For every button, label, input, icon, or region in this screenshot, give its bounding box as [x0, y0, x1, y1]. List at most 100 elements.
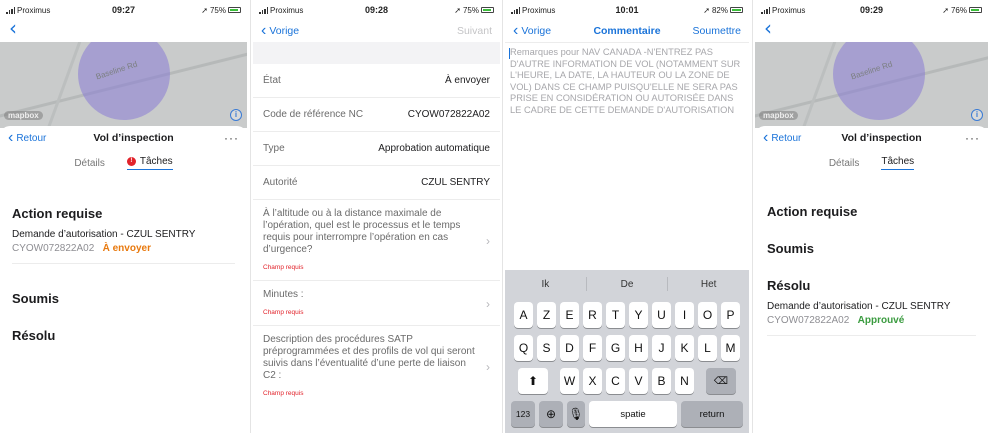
screen-task-list-pending: Proximus 09:27 ➚ 75% ‹ Baseline Rd mapbox…: [0, 0, 247, 433]
numbers-key[interactable]: 123: [511, 401, 535, 427]
key[interactable]: B: [652, 368, 671, 394]
key[interactable]: A: [514, 302, 533, 328]
field-label: Autorité: [263, 177, 298, 188]
key[interactable]: O: [698, 302, 717, 328]
key[interactable]: Z: [537, 302, 556, 328]
tab-tasks[interactable]: Tâches: [881, 156, 915, 170]
key[interactable]: W: [560, 368, 579, 394]
sheet-title: Vol d’inspection: [93, 132, 174, 144]
back-button[interactable]: ‹ Vorige: [513, 22, 573, 39]
section-submitted: Soumis: [12, 291, 59, 306]
key[interactable]: H: [629, 335, 648, 361]
field-value: CYOW072822A02: [407, 109, 490, 120]
sheet-header: ‹ Retour Vol d’inspection ···: [0, 126, 247, 150]
submit-button[interactable]: Soumettre: [681, 25, 741, 37]
field-value: Approbation automatique: [378, 143, 490, 154]
chevron-left-icon: ‹: [513, 22, 519, 39]
globe-icon[interactable]: ⊕: [539, 401, 563, 427]
tab-details[interactable]: Détails: [829, 158, 860, 169]
more-options-icon[interactable]: ···: [940, 131, 980, 145]
key[interactable]: I: [675, 302, 694, 328]
key[interactable]: Q: [514, 335, 533, 361]
shift-key-icon[interactable]: ⬆: [518, 368, 548, 394]
required-label: Champ requis: [263, 309, 304, 316]
key[interactable]: P: [721, 302, 740, 328]
suggestion[interactable]: De: [587, 279, 668, 290]
key[interactable]: M: [721, 335, 740, 361]
tab-tasks[interactable]: ! Tâches: [126, 156, 173, 170]
map-view[interactable]: Baseline Rd mapbox i: [755, 42, 988, 128]
question-emergency-stop[interactable]: À l’altitude ou à la distance maximale d…: [253, 200, 500, 281]
info-icon[interactable]: i: [971, 109, 983, 121]
info-icon[interactable]: i: [230, 109, 242, 121]
chevron-left-icon: ‹: [763, 129, 769, 146]
question-minutes[interactable]: Minutes : Champ requis ›: [253, 281, 500, 326]
question-text: À l’altitude ou à la distance maximale d…: [263, 208, 461, 255]
space-key[interactable]: spatie: [589, 401, 677, 427]
keyboard: Ik De Het A Z E R T Y U I O P Q S D F G …: [505, 270, 749, 433]
key[interactable]: E: [560, 302, 579, 328]
key-row: ⬆ W X C V B N ⌫: [505, 368, 749, 394]
key[interactable]: G: [606, 335, 625, 361]
key[interactable]: S: [537, 335, 556, 361]
back-button[interactable]: ‹ Retour: [8, 130, 68, 146]
key[interactable]: N: [675, 368, 694, 394]
question-text: Minutes :: [263, 289, 304, 300]
screen-divider: [752, 0, 753, 433]
key[interactable]: V: [629, 368, 648, 394]
task-item[interactable]: Demande d’autorisation - CZUL SENTRY CYO…: [755, 301, 988, 326]
delete-key-icon[interactable]: ⌫: [706, 368, 736, 394]
suggestion[interactable]: Ik: [505, 279, 586, 290]
task-item[interactable]: Demande d’autorisation - CZUL SENTRY CYO…: [0, 229, 247, 254]
key[interactable]: R: [583, 302, 602, 328]
field-label: Code de référence NC: [263, 109, 364, 120]
signal-icon: [761, 6, 770, 14]
task-status: À envoyer: [102, 243, 151, 254]
key[interactable]: C: [606, 368, 625, 394]
battery-percent: 75%: [209, 5, 226, 15]
map-view[interactable]: Baseline Rd mapbox i: [0, 42, 247, 128]
microphone-icon[interactable]: 🎙: [567, 401, 585, 427]
key[interactable]: D: [560, 335, 579, 361]
back-button[interactable]: ‹ Retour: [763, 129, 823, 146]
key[interactable]: K: [675, 335, 694, 361]
status-bar: Proximus 09:29 ➚ 76%: [755, 0, 988, 20]
comment-textarea[interactable]: Remarques pour NAV CANADA -N'ENTREZ PAS …: [505, 42, 749, 228]
key-row: 123 ⊕ 🎙 spatie return: [505, 401, 749, 427]
screen-comment: Proximus 10:01 ➚ 82% ‹ Vorige Commentaire …: [505, 0, 749, 433]
field-label: Type: [263, 143, 285, 154]
status-bar: Proximus 10:01 ➚ 82%: [505, 0, 749, 20]
alert-badge-icon: !: [126, 157, 136, 166]
battery-icon: [228, 7, 241, 13]
battery-percent: 76%: [950, 5, 967, 15]
section-action-required: Action requise: [12, 206, 103, 221]
key[interactable]: Y: [629, 302, 648, 328]
tab-details[interactable]: Détails: [74, 158, 105, 169]
back-chevron-icon[interactable]: ‹: [755, 18, 988, 42]
return-key[interactable]: return: [681, 401, 743, 427]
key[interactable]: J: [652, 335, 671, 361]
signal-icon: [511, 6, 520, 14]
back-button[interactable]: ‹ Vorige: [261, 23, 331, 39]
chevron-right-icon: ›: [486, 234, 490, 248]
text-caret: [509, 48, 510, 59]
key[interactable]: F: [583, 335, 602, 361]
key[interactable]: X: [583, 368, 602, 394]
task-title: Demande d’autorisation - CZUL SENTRY: [767, 301, 951, 312]
question-c2-loss[interactable]: Description des procédures SATP préprogr…: [253, 326, 500, 406]
location-icon: ➚: [942, 5, 949, 15]
carrier-name: Proximus: [270, 5, 304, 15]
flight-area-circle: [78, 42, 170, 120]
key[interactable]: T: [606, 302, 625, 328]
back-chevron-icon[interactable]: ‹: [0, 18, 247, 42]
suggestion[interactable]: Het: [668, 279, 749, 290]
key[interactable]: L: [698, 335, 717, 361]
section-resolved: Résolu: [767, 278, 811, 293]
nav-bar: ‹ Vorige Suivant: [253, 20, 500, 42]
question-text: Description des procédures SATP préprogr…: [263, 334, 475, 381]
sheet-title: Vol d’inspection: [841, 132, 922, 144]
battery-percent: 75%: [462, 5, 479, 15]
more-options-icon[interactable]: ···: [199, 131, 239, 145]
key[interactable]: U: [652, 302, 671, 328]
next-button[interactable]: Suivant: [422, 25, 492, 37]
